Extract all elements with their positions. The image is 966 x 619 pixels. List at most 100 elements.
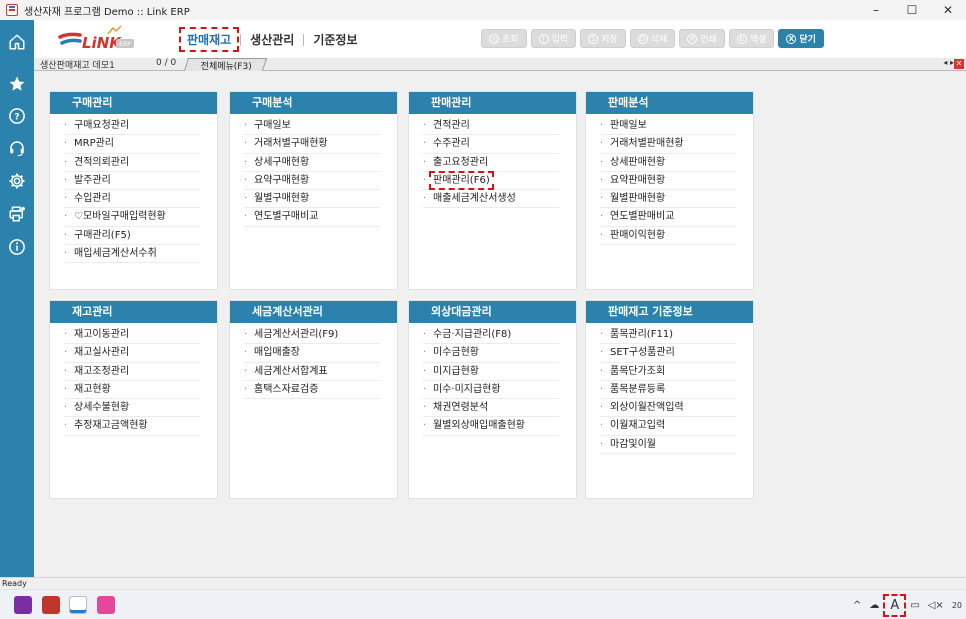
maximize-button[interactable]: ☐ <box>894 0 930 20</box>
menu-item-list: 품목관리(F11) SET구성품관리품목단가조회품목분류등록외상이월잔액입력이월재… <box>586 323 753 455</box>
menu-item[interactable]: 연도별판매비교 <box>600 208 736 227</box>
menu-item[interactable]: 품목관리(F11) <box>600 326 736 345</box>
red-app-icon[interactable] <box>42 596 60 614</box>
menu-item[interactable]: 거래처별판매현황 <box>600 135 736 154</box>
menu-item-label: 채권연령분석 <box>433 402 489 414</box>
menu-item[interactable]: 견적의뢰관리 <box>64 154 200 172</box>
menu-item[interactable]: 재고조정관리 <box>64 363 200 381</box>
menu-item-label: 품목관리(F11) <box>610 329 674 340</box>
menu-item-list: 구매일보거래처별구매현황상세구매현황요약구매현황월별구매현황연도별구매비교 <box>230 114 397 227</box>
menu-item[interactable]: 매출세금계산서생성 <box>423 190 559 209</box>
menu-item[interactable]: 마감및이월 <box>600 436 736 455</box>
nav-divider <box>303 33 305 46</box>
menu-item[interactable]: 재고실사관리 <box>64 344 200 363</box>
menu-item-label: 거래처별판매현황 <box>610 138 684 150</box>
cloud-icon[interactable]: ☁ <box>869 600 879 611</box>
network-icon[interactable]: ▭ <box>910 600 919 611</box>
menu-item[interactable]: 홈택스자료검증 <box>244 381 380 400</box>
search-button[interactable]: ◎ 조회 <box>481 29 527 48</box>
menu-item[interactable]: 수금·지급관리(F8) <box>423 326 559 345</box>
menu-item[interactable]: 출고요청관리 <box>423 154 559 172</box>
gear-icon[interactable] <box>7 171 27 191</box>
headset-icon[interactable] <box>7 138 27 158</box>
menu-item[interactable]: 판매일보 <box>600 117 736 136</box>
menu-item[interactable]: ♡모바일구매입력현황 <box>64 208 200 227</box>
menu-item[interactable]: 수주관리 <box>423 135 559 154</box>
ime-indicator[interactable]: A <box>883 593 907 617</box>
window-controls: – ☐ ✕ <box>858 0 966 20</box>
menu-item[interactable]: 연도별구매비교 <box>244 208 380 227</box>
menu-item[interactable]: 판매이익현황 <box>600 227 736 246</box>
menu-item[interactable]: MRP관리 <box>64 135 200 154</box>
menu-item[interactable]: 구매관리(F5) <box>64 227 200 246</box>
menu-item-label: 견적관리 <box>433 120 470 131</box>
menu-item[interactable]: 세금계산서관리(F9) <box>244 326 380 345</box>
menu-item[interactable]: 월별구매현황 <box>244 190 380 209</box>
print-icon: P <box>687 33 698 44</box>
info-icon[interactable] <box>7 237 27 257</box>
menu-item[interactable]: 미수·미지급현황 <box>423 381 559 400</box>
save-button[interactable]: S 저장 <box>580 29 626 48</box>
home-icon[interactable] <box>7 32 27 52</box>
menu-item[interactable]: 재고이동관리 <box>64 326 200 345</box>
menu-item[interactable]: 요약판매현황 <box>600 172 736 191</box>
printer-settings-icon[interactable] <box>7 204 27 224</box>
menu-item[interactable]: 상세판매현황 <box>600 154 736 172</box>
onenote-icon[interactable] <box>14 596 32 614</box>
menu-item[interactable]: 수입관리 <box>64 190 200 209</box>
delete-button[interactable]: D 삭제 <box>629 29 676 48</box>
menu-item-label: 견적의뢰관리 <box>74 156 130 168</box>
menu-item[interactable]: 상세구매현황 <box>244 154 380 172</box>
action-toolbar: ◎ 조회 I 입력 S 저장 D 삭제 P 인쇄 E 엑셀 X 닫기 <box>481 29 824 48</box>
kakaotalk-icon[interactable] <box>97 596 115 614</box>
menu-item[interactable]: 추정재고금액현황 <box>64 417 200 436</box>
menu-item[interactable]: 견적관리 <box>423 117 559 136</box>
close-window-button[interactable]: ✕ <box>930 0 966 20</box>
menu-item[interactable]: 월별판매현황 <box>600 190 736 209</box>
menu-card: 구매관리구매요청관리 MRP관리견적의뢰관리발주관리수입관리 ♡모바일구매입력현황구… <box>49 91 218 290</box>
menu-item[interactable]: 재고현황 <box>64 381 200 400</box>
menu-item[interactable]: 품목분류등록 <box>600 381 736 400</box>
print-button[interactable]: P 인쇄 <box>679 29 725 48</box>
menu-item[interactable]: 상세수불현황 <box>64 399 200 418</box>
menu-item[interactable]: 월별외상매입매출현황 <box>423 417 559 436</box>
nav-master-data[interactable]: 기준정보 <box>308 30 362 49</box>
menu-item[interactable]: 매입세금계산서수취 <box>64 245 200 264</box>
tab-all-menu[interactable]: 전체메뉴(F3) <box>183 58 268 72</box>
close-button[interactable]: X 닫기 <box>778 29 824 48</box>
menu-item[interactable]: 이월재고입력 <box>600 417 736 436</box>
menu-card-title: 구매분석 <box>230 92 397 114</box>
menu-item-label: 매입세금계산서수취 <box>74 248 157 260</box>
nav-production[interactable]: 생산관리 <box>245 30 299 49</box>
menu-item-label: 출고요청관리 <box>433 156 489 168</box>
menu-item-list: 재고이동관리재고실사관리재고조정관리재고현황상세수불현황추정재고금액현황 <box>50 323 217 436</box>
nav-sales-inventory[interactable]: 판매재고 <box>178 27 240 52</box>
star-icon[interactable] <box>7 74 27 94</box>
volume-muted-icon[interactable]: ◁× <box>928 600 944 611</box>
tray-chevron-icon[interactable]: ^ <box>853 600 861 611</box>
menu-item[interactable]: SET구성품관리 <box>600 344 736 363</box>
svg-text:?: ? <box>14 112 19 122</box>
menu-item[interactable]: 요약구매현황 <box>244 172 380 191</box>
menu-item[interactable]: 외상이월잔액입력 <box>600 399 736 418</box>
menu-item[interactable]: 판매관리(F6) <box>423 170 559 191</box>
tab-scroll-arrows[interactable]: ◂ ▸ <box>943 58 954 67</box>
menu-item[interactable]: 구매일보 <box>244 117 380 136</box>
excel-button[interactable]: E 엑셀 <box>728 29 775 48</box>
input-button[interactable]: I 입력 <box>530 29 577 48</box>
minimize-button[interactable]: – <box>858 0 894 20</box>
menu-item[interactable]: 세금계산서합계표 <box>244 363 380 381</box>
menu-item[interactable]: 발주관리 <box>64 172 200 191</box>
menu-item-label: 판매일보 <box>610 120 647 131</box>
menu-item[interactable]: 미수금현황 <box>423 344 559 363</box>
menu-item[interactable]: 거래처별구매현황 <box>244 135 380 154</box>
menu-item[interactable]: 미지급현황 <box>423 363 559 381</box>
help-icon[interactable]: ? <box>7 106 27 126</box>
menu-item[interactable]: 채권연령분석 <box>423 399 559 418</box>
link-erp-icon[interactable] <box>69 596 87 614</box>
menu-item[interactable]: 매입매출장 <box>244 344 380 363</box>
menu-item[interactable]: 품목단가조회 <box>600 363 736 381</box>
tab-close-icon[interactable]: ✕ <box>954 59 964 69</box>
menu-item-label: 요약구매현황 <box>254 174 310 186</box>
menu-item[interactable]: 구매요청관리 <box>64 117 200 136</box>
